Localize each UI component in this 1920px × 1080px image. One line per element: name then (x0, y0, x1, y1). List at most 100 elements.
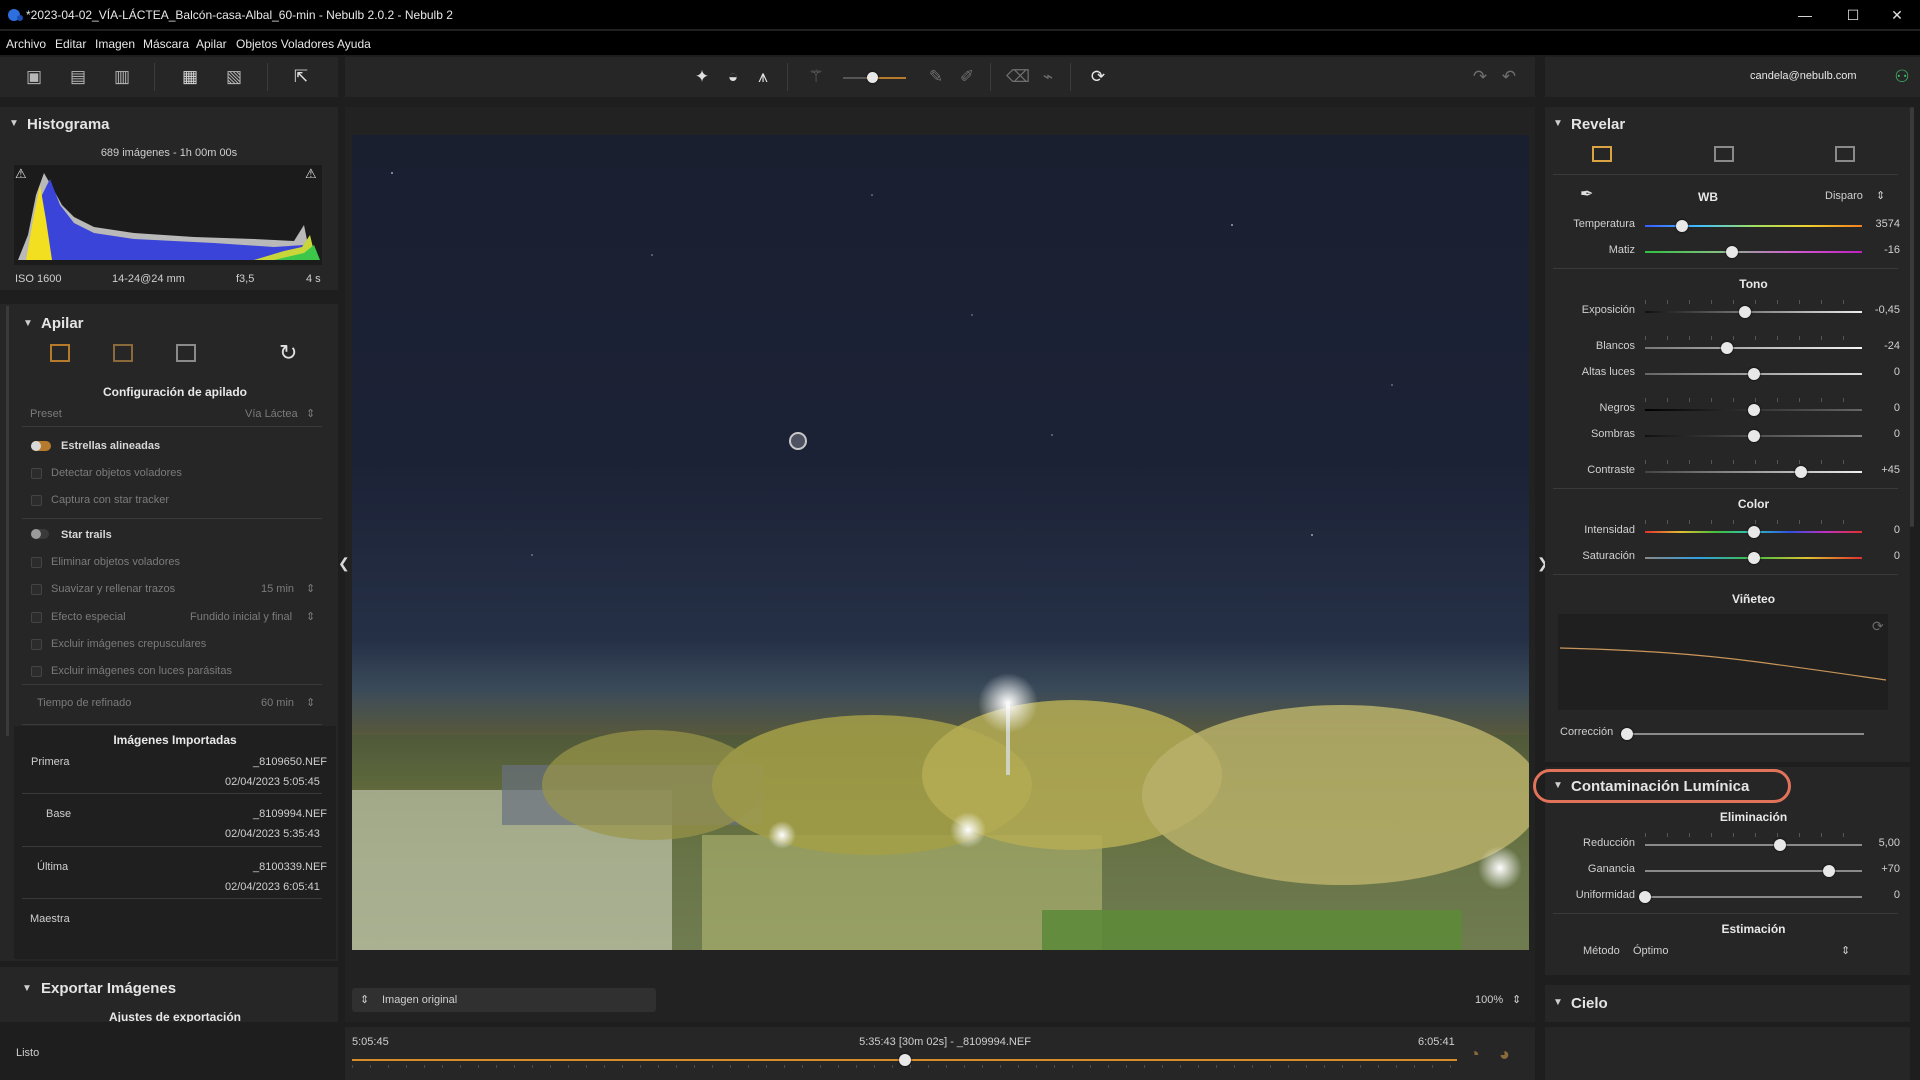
sky-collapse-icon[interactable]: ▼ (1553, 997, 1563, 1008)
preset-dropdown[interactable]: Vía Láctea (245, 408, 298, 420)
vignette-reset-icon[interactable]: ⟳ (1872, 618, 1884, 635)
special-effect-arrow-icon[interactable]: ⇕ (306, 610, 315, 623)
magic-wand-icon[interactable]: ⚚ (803, 64, 829, 90)
temperature-value[interactable]: 3574 (1860, 218, 1900, 230)
refine-time-spinner-icon[interactable]: ⇕ (306, 696, 315, 709)
eraser-icon[interactable]: ⌫ (1005, 64, 1031, 90)
refresh-icon[interactable]: ⟳ (1085, 64, 1111, 90)
method-arrow-icon[interactable]: ⇕ (1841, 944, 1850, 957)
export-collapse-icon[interactable]: ▼ (22, 983, 32, 994)
import-stack-icon[interactable]: ▥ (109, 64, 135, 90)
intensity-slider-knob[interactable] (1747, 526, 1760, 538)
user-account-icon[interactable]: ⚇ (1889, 64, 1915, 90)
import-folder-icon[interactable]: ▤ (65, 64, 91, 90)
reduction-slider-track[interactable] (1645, 844, 1862, 846)
tint-slider-knob[interactable] (1725, 246, 1738, 258)
clock-forward-icon[interactable]: ◔ (1469, 1044, 1480, 1065)
remove-flying-checkbox[interactable] (31, 557, 42, 568)
blacks-value[interactable]: 0 (1860, 402, 1900, 414)
maximize-button[interactable]: ☐ (1830, 0, 1876, 30)
zoom-spinner-icon[interactable]: ⇕ (1512, 993, 1521, 1006)
vignette-curve-editor[interactable]: ⟳ (1558, 614, 1888, 710)
star-tracker-checkbox[interactable] (31, 495, 42, 506)
saturation-slider-knob[interactable] (1747, 552, 1760, 564)
special-effect-dropdown[interactable]: Fundido inicial y final (190, 611, 292, 623)
uniformity-value[interactable]: 0 (1860, 889, 1900, 901)
stack-mode-aligned-icon[interactable] (50, 344, 70, 362)
shadows-slider-knob[interactable] (1747, 430, 1760, 442)
export-title[interactable]: Exportar Imágenes (41, 980, 176, 997)
uniformity-slider-knob[interactable] (1639, 891, 1651, 903)
minimize-button[interactable]: — (1782, 0, 1828, 30)
account-email[interactable]: candela@nebulb.com (1750, 70, 1857, 82)
preset-dropdown-arrow-icon[interactable]: ⇕ (306, 407, 315, 420)
tower-icon[interactable]: ⩚ (750, 64, 776, 90)
whites-value[interactable]: -24 (1860, 340, 1900, 352)
highlight-clipping-warning-icon[interactable]: ⚠ (305, 166, 317, 182)
batch-icon[interactable]: ▧ (221, 64, 247, 90)
reduction-value[interactable]: 5,00 (1860, 837, 1900, 849)
correction-slider-knob[interactable] (1621, 728, 1633, 740)
stack-mode-landscape-icon[interactable] (113, 344, 133, 362)
night-sky-photo[interactable] (352, 135, 1529, 950)
exposure-slider-knob[interactable] (1738, 306, 1751, 318)
last-image-file[interactable]: _8100339.NEF (253, 861, 327, 873)
highlights-slider-knob[interactable] (1747, 368, 1760, 380)
zoom-level[interactable]: 100% (1475, 994, 1503, 1006)
histogram-collapse-icon[interactable]: ▼ (9, 118, 19, 129)
planet-icon[interactable]: ◒ (720, 64, 746, 90)
correction-slider-track[interactable] (1627, 733, 1864, 735)
develop-tab-image-icon[interactable] (1592, 146, 1612, 162)
smooth-fill-checkbox[interactable] (31, 584, 42, 595)
export-icon[interactable]: ⇱ (288, 64, 314, 90)
whites-slider-track[interactable] (1645, 347, 1862, 349)
contrast-slider-knob[interactable] (1795, 466, 1808, 478)
develop-collapse-icon[interactable]: ▼ (1553, 118, 1563, 129)
clock-history-icon[interactable]: ◕ (1499, 1044, 1510, 1065)
gain-slider-knob[interactable] (1823, 865, 1836, 877)
tint-slider-track[interactable] (1645, 251, 1862, 253)
develop-tab-crop-icon[interactable] (1835, 146, 1855, 162)
intensity-value[interactable]: 0 (1860, 524, 1900, 536)
gain-value[interactable]: +70 (1860, 863, 1900, 875)
menu-objetos-voladores[interactable]: Objetos Voladores (236, 37, 334, 51)
special-effect-checkbox[interactable] (31, 612, 42, 623)
saturation-value[interactable]: 0 (1860, 550, 1900, 562)
sky-title[interactable]: Cielo (1571, 995, 1608, 1012)
reset-stack-icon[interactable]: ↻ (279, 340, 297, 366)
stack-scrollbar[interactable] (6, 306, 9, 736)
first-image-file[interactable]: _8109650.NEF (253, 756, 327, 768)
detect-flying-checkbox[interactable] (31, 468, 42, 479)
redo-icon[interactable]: ↷ (1467, 64, 1493, 90)
refine-time-value[interactable]: 60 min (261, 697, 294, 709)
brush-size-slider[interactable] (867, 72, 878, 83)
contrast-value[interactable]: +45 (1860, 464, 1900, 476)
image-view-icon[interactable]: ▦ (177, 64, 203, 90)
highlights-value[interactable]: 0 (1860, 366, 1900, 378)
blacks-slider-knob[interactable] (1747, 404, 1760, 416)
import-images-icon[interactable]: ▣ (21, 64, 47, 90)
contrast-slider-track[interactable] (1645, 471, 1862, 473)
light-pollution-collapse-icon[interactable]: ▼ (1553, 780, 1563, 791)
base-image-file[interactable]: _8109994.NEF (253, 808, 327, 820)
temperature-slider-knob[interactable] (1675, 220, 1688, 232)
timeline-scrubber[interactable] (898, 1054, 911, 1066)
clear-mask-icon[interactable]: ⌁ (1035, 64, 1061, 90)
method-dropdown[interactable]: Óptimo (1633, 945, 1668, 957)
stack-mode-trails-icon[interactable] (176, 344, 196, 362)
menu-ayuda[interactable]: Ayuda (337, 37, 371, 51)
stack-title[interactable]: Apilar (41, 315, 84, 332)
wb-mode-dropdown[interactable]: Disparo (1825, 190, 1863, 202)
develop-tab-landscape-icon[interactable] (1714, 146, 1734, 162)
eyedropper-icon[interactable]: ✒ (1580, 184, 1593, 204)
view-mode-dropdown[interactable]: ⇕ Imagen original (352, 988, 656, 1012)
stack-collapse-icon[interactable]: ▼ (23, 318, 33, 329)
menu-imagen[interactable]: Imagen (95, 37, 135, 51)
exclude-stray-checkbox[interactable] (31, 666, 42, 677)
stars-icon[interactable]: ✦ (689, 64, 715, 90)
whites-slider-knob[interactable] (1721, 342, 1734, 354)
light-pollution-title[interactable]: Contaminación Lumínica (1571, 778, 1749, 795)
wb-mode-arrow-icon[interactable]: ⇕ (1876, 189, 1885, 202)
mask-brush-icon[interactable]: ✐ (954, 64, 980, 90)
smooth-fill-value[interactable]: 15 min (261, 583, 294, 595)
